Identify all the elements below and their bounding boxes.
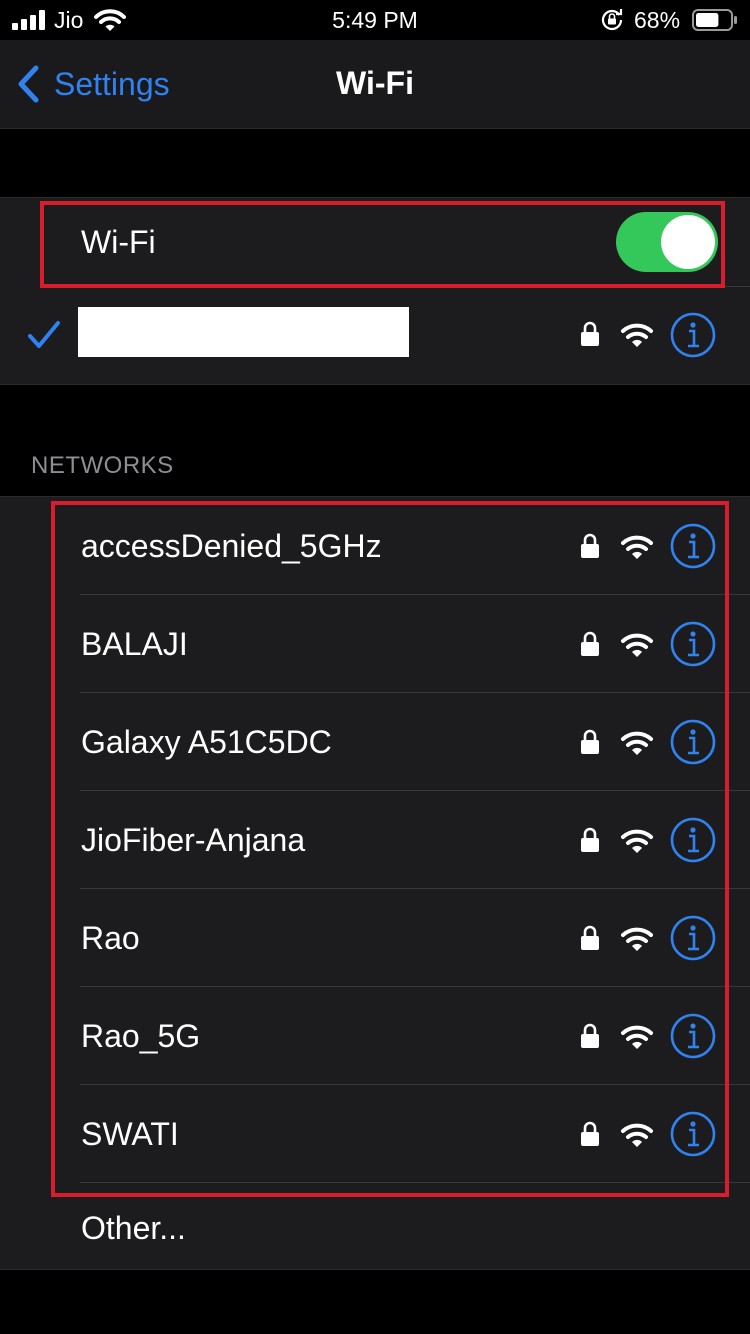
network-name: JioFiber-Anjana xyxy=(81,822,306,858)
battery-percent: 68% xyxy=(634,7,681,33)
info-icon[interactable] xyxy=(670,817,716,863)
lock-icon xyxy=(581,1023,599,1048)
network-row[interactable]: SWATI xyxy=(0,1085,750,1183)
wifi-toggle-label: Wi-Fi xyxy=(81,224,156,260)
wifi-signal-icon xyxy=(621,535,653,559)
other-network-row[interactable]: Other... xyxy=(0,1183,750,1271)
battery-icon xyxy=(692,9,737,31)
info-icon[interactable] xyxy=(670,915,716,961)
network-row[interactable]: Rao xyxy=(0,889,750,987)
network-name: accessDenied_5GHz xyxy=(81,528,382,564)
network-row[interactable]: Rao_5G xyxy=(0,987,750,1085)
lock-icon xyxy=(581,925,599,950)
orientation-lock-icon xyxy=(601,9,623,31)
status-bar: Jio 5:49 PM 68% xyxy=(0,0,750,40)
networks-list: accessDenied_5GHz BALAJI Galaxy A51C5DC Jio… xyxy=(0,496,750,1270)
page-title: Wi-Fi xyxy=(336,65,414,101)
network-name: Rao xyxy=(81,920,140,956)
wifi-signal-icon xyxy=(621,1025,653,1049)
info-icon[interactable] xyxy=(670,523,716,569)
lock-icon xyxy=(581,533,599,558)
wifi-signal-icon xyxy=(621,633,653,657)
navigation-bar: Settings Wi-Fi xyxy=(0,40,750,128)
lock-icon xyxy=(581,1121,599,1146)
network-name: Rao_5G xyxy=(81,1018,201,1054)
network-row[interactable]: BALAJI xyxy=(0,595,750,693)
lock-icon xyxy=(581,631,599,656)
wifi-toggle-row: Wi-Fi xyxy=(0,198,750,286)
wifi-signal-icon xyxy=(621,829,653,853)
lock-icon xyxy=(581,827,599,852)
wifi-signal-icon xyxy=(621,731,653,755)
toggle-knob xyxy=(661,215,715,269)
other-network-label: Other... xyxy=(81,1210,186,1246)
wifi-signal-icon xyxy=(621,323,653,347)
nav-divider xyxy=(0,128,750,129)
network-name: SWATI xyxy=(81,1116,179,1152)
info-icon[interactable] xyxy=(670,1111,716,1157)
network-row[interactable]: Galaxy A51C5DC xyxy=(0,693,750,791)
info-icon[interactable] xyxy=(670,312,716,358)
wifi-signal-icon xyxy=(621,1123,653,1147)
network-row[interactable]: accessDenied_5GHz xyxy=(0,497,750,595)
wifi-toggle-switch[interactable] xyxy=(616,212,718,272)
network-name: BALAJI xyxy=(81,626,188,662)
networks-section-header: NETWORKS xyxy=(31,452,174,479)
row-divider xyxy=(80,286,750,287)
info-icon[interactable] xyxy=(670,719,716,765)
wifi-signal-icon xyxy=(621,927,653,951)
network-row[interactable]: JioFiber-Anjana xyxy=(0,791,750,889)
network-name: Galaxy A51C5DC xyxy=(81,724,332,760)
info-icon[interactable] xyxy=(670,1013,716,1059)
connected-network-row[interactable] xyxy=(0,290,750,380)
info-icon[interactable] xyxy=(670,621,716,667)
lock-icon xyxy=(581,729,599,754)
lock-icon xyxy=(581,321,599,346)
